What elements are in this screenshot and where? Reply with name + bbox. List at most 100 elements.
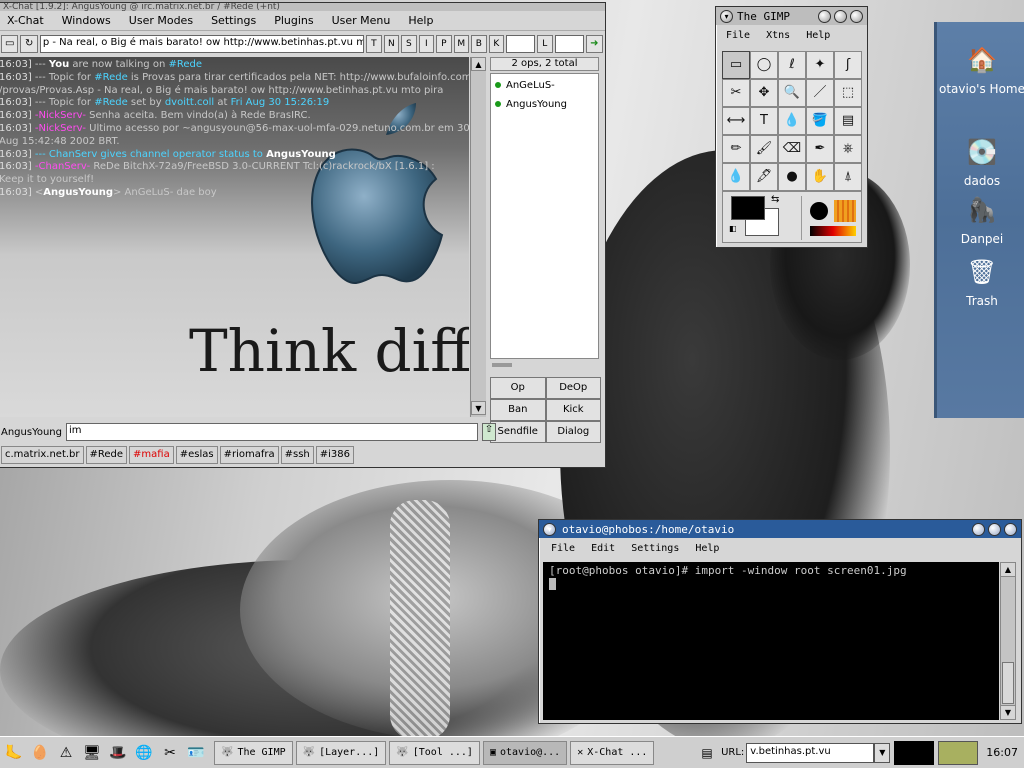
key-input[interactable] [506, 35, 536, 53]
menu-edit[interactable]: Edit [579, 543, 619, 554]
reset-colors-icon[interactable]: ◧ [729, 224, 737, 233]
maximize-icon[interactable] [988, 522, 1001, 536]
op-button[interactable]: Op [490, 377, 546, 399]
swap-colors-icon[interactable]: ⇆ [771, 194, 779, 205]
bucket-fill-icon[interactable]: 🪣 [806, 107, 834, 135]
mode-t-button[interactable]: T [366, 35, 382, 53]
scroll-down-icon[interactable]: ▼ [471, 401, 486, 415]
message-input[interactable]: im [66, 423, 478, 441]
desktop-icon[interactable]: 💽 dados [937, 132, 1024, 188]
channel-tab[interactable]: #Rede [85, 446, 128, 464]
nick-label[interactable]: AngusYoung [1, 427, 62, 438]
menu-file[interactable]: File [716, 30, 756, 41]
paintbrush-icon[interactable]: 🖌 [750, 135, 778, 163]
rect-select-icon[interactable]: ▭ [722, 51, 750, 79]
channel-tab[interactable]: #ssh [280, 446, 314, 464]
warning-icon[interactable]: ⚠ [54, 741, 78, 765]
ellipse-select-icon[interactable]: ◯ [750, 51, 778, 79]
channel-tab[interactable]: #eslas [175, 446, 218, 464]
window-menu-icon[interactable]: ▾ [720, 9, 733, 23]
move-icon[interactable]: ✥ [750, 79, 778, 107]
eraser-icon[interactable]: ⌫ [778, 135, 806, 163]
gradient-preview[interactable] [810, 226, 856, 236]
mode-k-button[interactable]: K [488, 35, 505, 53]
user-list-item[interactable]: AnGeLuS- [495, 76, 594, 95]
magnify-icon[interactable]: 🔍 [778, 79, 806, 107]
terminal-scrollbar[interactable]: ▲ ▼ [1000, 562, 1016, 720]
text-icon[interactable]: T [750, 107, 778, 135]
redhat-icon[interactable]: 🎩 [106, 741, 130, 765]
computer-icon[interactable]: 🖥 [80, 741, 104, 765]
task-button[interactable]: 🐺 [Tool ...] [389, 740, 480, 765]
flip-icon[interactable]: ⟷ [722, 107, 750, 135]
user-list[interactable]: AnGeLuS- AngusYoung [490, 73, 599, 359]
close-icon[interactable] [850, 9, 863, 23]
ink-icon[interactable]: 🖋 [750, 163, 778, 191]
desktop-icon[interactable]: 🏠 otavio's Home [937, 40, 1024, 96]
channel-menu-button[interactable]: ▭ [1, 35, 19, 53]
desktop-icon[interactable]: 🗑 Trash [937, 252, 1024, 308]
globe-icon[interactable]: 🌐 [132, 741, 156, 765]
terminal-titlebar[interactable]: ▾ otavio@phobos:/home/otavio [539, 520, 1021, 538]
pencil-icon[interactable]: ✏ [722, 135, 750, 163]
desktop-icon[interactable]: 🦍 Danpei [937, 190, 1024, 246]
xchat-titlebar[interactable]: X-Chat [1.9.2]: AngusYoung @ irc.matrix.… [0, 3, 605, 11]
menu-file[interactable]: File [539, 543, 579, 554]
crop-icon[interactable]: ／ [806, 79, 834, 107]
minimize-icon[interactable] [972, 522, 985, 536]
menu-user-modes[interactable]: User Modes [121, 14, 203, 27]
tools-icon[interactable]: ✂ [158, 741, 182, 765]
scroll-up-icon[interactable]: ▲ [471, 57, 486, 71]
limit-input[interactable] [554, 35, 584, 53]
kick-button[interactable]: Kick [545, 399, 601, 421]
menu-settings[interactable]: Settings [619, 543, 683, 554]
menu-xchat[interactable]: X-Chat [0, 14, 54, 27]
clone-icon[interactable]: ⎈ [834, 135, 862, 163]
menu-help[interactable]: Help [683, 543, 723, 554]
mode-m-button[interactable]: M [453, 35, 470, 53]
magic-wand-icon[interactable]: ✦ [806, 51, 834, 79]
gimp-titlebar[interactable]: ▾ The GIMP [716, 7, 867, 25]
brush-preview[interactable] [810, 202, 828, 220]
maximize-icon[interactable] [834, 9, 847, 23]
channel-tab[interactable]: #riomafra [219, 446, 279, 464]
menu-windows[interactable]: Windows [54, 14, 121, 27]
scroll-up-icon[interactable]: ▲ [1001, 563, 1015, 577]
scissors-icon[interactable]: ✂ [722, 79, 750, 107]
mode-n-button[interactable]: N [383, 35, 400, 53]
menu-user-menu[interactable]: User Menu [324, 14, 401, 27]
window-menu-icon[interactable]: ▾ [543, 522, 556, 536]
gnome-foot-icon[interactable]: 🦶 [2, 741, 26, 765]
user-list-item[interactable]: AngusYoung [495, 95, 594, 114]
task-button[interactable]: 🐺 [Layer...] [295, 740, 387, 765]
chat-text-area[interactable]: Think diffe 16:03] --- You are now talki… [0, 57, 469, 417]
dodge-burn-icon[interactable]: ● [778, 163, 806, 191]
bezier-select-icon[interactable]: ʃ [834, 51, 862, 79]
ban-button[interactable]: Ban [490, 399, 546, 421]
chat-scrollbar[interactable]: ▲ ▼ [470, 57, 486, 417]
mode-b-button[interactable]: B [471, 35, 487, 53]
pattern-preview[interactable] [834, 200, 856, 222]
scroll-thumb[interactable] [1002, 662, 1014, 704]
mode-i-button[interactable]: I [418, 35, 435, 53]
task-button[interactable]: 🐺 The GIMP [214, 740, 293, 765]
user-list-hscroll[interactable] [490, 360, 599, 370]
menu-help[interactable]: Help [796, 30, 836, 41]
transform-icon[interactable]: ⬚ [834, 79, 862, 107]
scroll-down-icon[interactable]: ▼ [1001, 705, 1015, 719]
topic-input[interactable]: p - Na real, o Big é mais barato! ow htt… [39, 35, 365, 53]
url-input[interactable]: v.betinhas.pt.vu [746, 742, 875, 763]
pager-icon[interactable]: ▤ [695, 741, 719, 765]
arrow-right-icon[interactable]: ➜ [585, 35, 603, 53]
smudge-finger-icon[interactable]: ✋ [806, 163, 834, 191]
chevron-down-icon[interactable]: ▼ [874, 742, 891, 763]
channel-tab[interactable]: #mafia [129, 446, 174, 464]
deop-button[interactable]: DeOp [545, 377, 601, 399]
mode-s-button[interactable]: S [401, 35, 417, 53]
lasso-icon[interactable]: ℓ [778, 51, 806, 79]
menu-help[interactable]: Help [400, 14, 443, 27]
menu-xtns[interactable]: Xtns [756, 30, 796, 41]
mode-l-button[interactable]: L [537, 35, 553, 53]
smudge-icon[interactable]: 💧 [722, 163, 750, 191]
minimize-icon[interactable] [818, 9, 831, 23]
